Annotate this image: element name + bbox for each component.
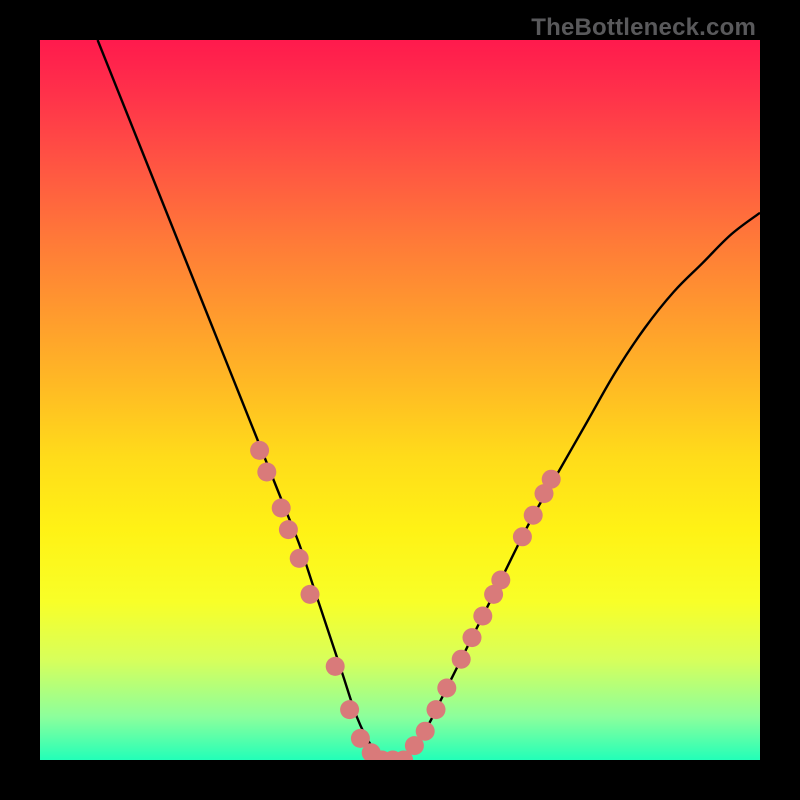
dot bbox=[326, 657, 345, 676]
dot bbox=[535, 484, 554, 503]
dot bbox=[373, 751, 392, 761]
curve-dots bbox=[250, 441, 561, 760]
dot bbox=[383, 751, 402, 761]
dot bbox=[452, 650, 471, 669]
dot bbox=[427, 700, 446, 719]
dot bbox=[362, 743, 381, 760]
dot bbox=[272, 499, 291, 518]
dot bbox=[340, 700, 359, 719]
dot bbox=[473, 607, 492, 626]
dot bbox=[524, 506, 543, 525]
curve-svg bbox=[40, 40, 760, 760]
dot bbox=[394, 751, 413, 761]
dot bbox=[484, 585, 503, 604]
chart-container: TheBottleneck.com bbox=[0, 0, 800, 800]
dot bbox=[351, 729, 370, 748]
dot bbox=[463, 628, 482, 647]
bottleneck-curve bbox=[98, 40, 760, 760]
dot bbox=[250, 441, 269, 460]
dot bbox=[290, 549, 309, 568]
dot bbox=[416, 722, 435, 741]
dot bbox=[279, 520, 298, 539]
dot bbox=[437, 679, 456, 698]
dot bbox=[301, 585, 320, 604]
dot bbox=[257, 463, 276, 482]
dot bbox=[491, 571, 510, 590]
dot bbox=[513, 527, 532, 546]
dot bbox=[542, 470, 561, 489]
dot bbox=[405, 736, 424, 755]
attribution-text: TheBottleneck.com bbox=[531, 14, 756, 42]
plot-area bbox=[40, 40, 760, 760]
